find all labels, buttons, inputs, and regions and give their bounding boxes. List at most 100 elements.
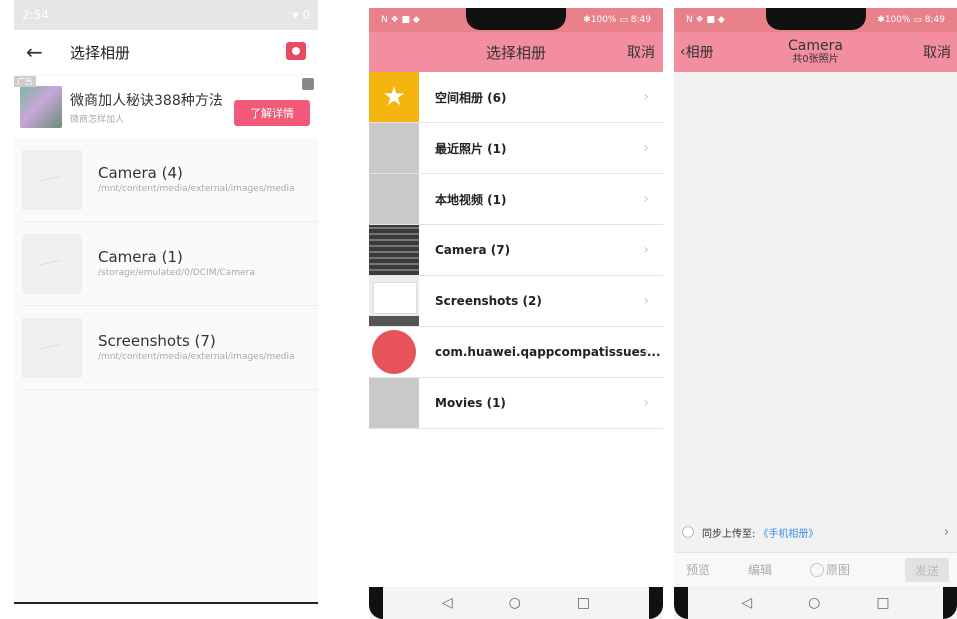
send-button[interactable]: 发送 (905, 558, 949, 582)
album-item[interactable]: Camera (4) /mnt/content/media/external/i… (22, 138, 318, 222)
status-time: 2:54 (22, 8, 49, 22)
wifi-icon: ▾ (292, 8, 299, 22)
album-label: Movies (1) (435, 396, 506, 410)
album-label: 空间相册 (6) (435, 90, 507, 105)
status-bar: 2:54 ▾ 0 (14, 0, 318, 30)
album-info: Screenshots (7) /mnt/content/media/exter… (98, 332, 295, 363)
phone-status-bar: N ❖ ■ ◆ ✱100% ▭ 8:49 (674, 8, 957, 32)
chevron-right-icon: › (643, 293, 649, 309)
preview-button[interactable]: 预览 (686, 561, 710, 578)
album-thumbnail (369, 327, 419, 377)
album-item[interactable]: Camera (1) /storage/emulated/0/DCIM/Came… (22, 222, 318, 306)
album-row[interactable]: ★ 空间相册 (6) › (369, 72, 663, 123)
camera-notch (765, 8, 866, 30)
album-row[interactable]: Camera (7) › (369, 225, 663, 276)
camera-icon[interactable] (286, 42, 306, 60)
album-row[interactable]: Screenshots (2) › (369, 276, 663, 327)
original-radio[interactable] (810, 562, 825, 577)
sync-radio[interactable] (682, 526, 694, 538)
album-thumbnail (22, 233, 82, 294)
header-title-group: Camera 共0张照片 (788, 37, 843, 66)
ad-subtitle: 微商怎样加人 (70, 114, 125, 125)
phone-status-bar: N ❖ ■ ◆ ✱100% ▭ 8:49 (369, 8, 663, 32)
album-row[interactable]: Movies (1) › (369, 378, 663, 429)
photo-count: 共0张照片 (792, 53, 839, 65)
album-thumbnail (369, 225, 419, 275)
screenshot-canvas: 2:54 ▾ 0 ← 选择相册 广告 微商加人秘诀388种方法 微商怎样加人 了… (0, 0, 957, 619)
ad-thumbnail (20, 86, 62, 128)
album-info: Camera (1) /storage/emulated/0/DCIM/Came… (98, 248, 255, 279)
ad-details-button[interactable]: 了解详情 (234, 100, 310, 126)
back-button[interactable]: ‹ 相册 (680, 42, 714, 62)
nav-recent-icon[interactable]: □ (876, 595, 889, 611)
nav-back-icon[interactable]: ◁ (741, 595, 752, 611)
ad-close-icon[interactable] (302, 78, 314, 90)
album-thumbnail (369, 276, 419, 326)
nav-back-icon[interactable]: ◁ (442, 595, 453, 611)
album-row[interactable]: 最近照片 (1) › (369, 123, 663, 174)
album-thumbnail (369, 123, 419, 173)
system-nav-bar: ◁ ○ □ (369, 587, 663, 619)
album-info: Camera (4) /mnt/content/media/external/i… (98, 164, 295, 195)
album-item[interactable]: Screenshots (7) /mnt/content/media/exter… (22, 306, 318, 390)
ad-tag: 广告 (14, 76, 36, 87)
album-thumbnail (369, 378, 419, 428)
page-title: 选择相册 (485, 43, 546, 62)
page-title: 选择相册 (70, 43, 131, 62)
app-bar: ← 选择相册 (14, 30, 318, 74)
chevron-right-icon: › (643, 140, 649, 156)
status-icons-right: ✱100% ▭ 8:49 (877, 15, 945, 25)
camera-notch (466, 8, 566, 30)
original-toggle[interactable]: 原图 (810, 561, 850, 578)
sync-target-link[interactable]: 《手机相册》 (758, 525, 818, 540)
album-label: 本地视频 (1) (435, 192, 507, 207)
ad-text: 微商加人秘诀388种方法 微商怎样加人 (70, 90, 223, 125)
status-right: ▾ 0 (292, 8, 310, 22)
album-label: 最近照片 (1) (435, 141, 507, 156)
album-thumbnail (369, 174, 419, 224)
chevron-right-icon: › (643, 191, 649, 207)
phone-header: ‹ 相册 Camera 共0张照片 取消 (674, 32, 957, 72)
album-picker-phone: N ❖ ■ ◆ ✱100% ▭ 8:49 选择相册 取消 ★ 空间相册 (6) … (369, 8, 663, 619)
edit-button[interactable]: 编辑 (748, 561, 772, 578)
bottom-divider (14, 602, 318, 604)
status-icons-left: N ❖ ■ ◆ (381, 15, 420, 25)
back-label: 相册 (685, 45, 714, 61)
chevron-right-icon: › (643, 89, 649, 105)
album-label: Camera (7) (435, 243, 511, 257)
cancel-button[interactable]: 取消 (923, 42, 951, 62)
sync-upload-row[interactable]: 同步上传至: 《手机相册》 › (674, 520, 957, 544)
nav-recent-icon[interactable]: □ (577, 595, 590, 611)
album-name: Camera (1) (98, 248, 183, 266)
ad-title: 微商加人秘诀388种方法 (70, 92, 223, 109)
album-path: /storage/emulated/0/DCIM/Camera (98, 268, 255, 278)
album-name: Camera (4) (98, 164, 183, 182)
star-icon: ★ (369, 72, 419, 122)
album-name: Screenshots (7) (98, 332, 216, 350)
status-icons-right: ✱100% ▭ 8:49 (583, 15, 651, 25)
page-title: Camera (788, 37, 843, 54)
status-count: 0 (302, 8, 310, 22)
album-row[interactable]: 本地视频 (1) › (369, 174, 663, 225)
original-label: 原图 (826, 563, 851, 577)
nav-home-icon[interactable]: ○ (509, 595, 521, 611)
camera-album-phone: N ❖ ■ ◆ ✱100% ▭ 8:49 ‹ 相册 Camera 共0张照片 取… (674, 8, 957, 619)
nav-home-icon[interactable]: ○ (808, 595, 820, 611)
album-row[interactable]: com.huawei.qappcompatissues... › (369, 327, 663, 378)
chevron-right-icon: › (643, 344, 649, 360)
album-path: /mnt/content/media/external/images/media (98, 184, 295, 194)
cancel-button[interactable]: 取消 (627, 42, 655, 62)
status-icons-left: N ❖ ■ ◆ (686, 15, 725, 25)
back-arrow-icon[interactable]: ← (26, 40, 56, 64)
album-path: /mnt/content/media/external/images/media (98, 352, 295, 362)
system-nav-bar: ◁ ○ □ (674, 587, 957, 619)
phone-header: 选择相册 取消 (369, 32, 663, 72)
album-label: Screenshots (2) (435, 294, 542, 308)
chevron-right-icon: › (643, 242, 649, 258)
chevron-right-icon: › (943, 524, 949, 540)
album-thumbnail (22, 317, 82, 378)
album-label: com.huawei.qappcompatissues... (435, 345, 661, 359)
ad-banner[interactable]: 广告 微商加人秘诀388种方法 微商怎样加人 了解详情 (14, 76, 318, 138)
chevron-right-icon: › (643, 395, 649, 411)
album-picker-android: 2:54 ▾ 0 ← 选择相册 广告 微商加人秘诀388种方法 微商怎样加人 了… (14, 0, 318, 604)
